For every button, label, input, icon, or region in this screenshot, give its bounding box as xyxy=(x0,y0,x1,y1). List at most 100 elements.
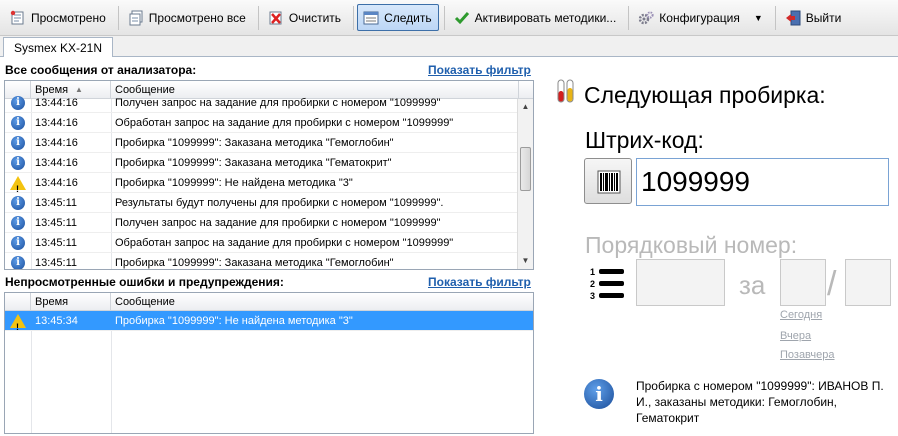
barcode-input[interactable]: 1099999 xyxy=(636,158,889,206)
tab-strip: Sysmex KX-21N xyxy=(0,37,898,58)
info-icon: i xyxy=(7,133,29,153)
configuration-button[interactable]: Конфигурация ▼ xyxy=(632,4,769,31)
grid-header: Время Сообщение xyxy=(5,293,533,311)
info-icon: i xyxy=(7,193,29,213)
table-row[interactable]: i 13:45:11 Получен запрос на задание для п… xyxy=(5,213,533,233)
clear-label: Очистить xyxy=(288,10,342,25)
column-message[interactable]: Сообщение xyxy=(111,293,533,311)
row-message: Получен запрос на задание для пробирки с… xyxy=(115,97,441,109)
row-message: Пробирка "1099999": Заказана методика "Г… xyxy=(115,257,394,269)
clear-icon xyxy=(268,10,284,26)
scroll-up-arrow-icon[interactable]: ▲ xyxy=(518,99,533,115)
info-icon: i xyxy=(7,93,29,113)
test-tubes-icon xyxy=(556,79,576,105)
viewed-button[interactable]: Просмотрено xyxy=(4,4,113,31)
table-row[interactable]: i 13:44:16 Пробирка "1099999": Заказана ме… xyxy=(5,133,533,153)
all-messages-title: Все сообщения от анализатора: xyxy=(5,63,197,77)
row-time: 13:44:16 xyxy=(35,177,78,189)
table-row[interactable]: i 13:44:16 Пробирка "1099999": Заказана ме… xyxy=(5,153,533,173)
scroll-thumb[interactable] xyxy=(520,147,531,191)
row-time: 13:45:34 xyxy=(35,315,78,327)
configuration-label: Конфигурация xyxy=(659,10,740,25)
follow-icon xyxy=(363,10,379,26)
errors-grid[interactable]: Время Сообщение ! 13:45:34 Пробирка "10999… xyxy=(4,292,534,434)
today-link[interactable]: Сегодня xyxy=(780,309,822,321)
table-row[interactable]: i 13:45:11 Пробирка "1099999": Заказана ме… xyxy=(5,253,533,269)
viewed-all-button[interactable]: Просмотрено все xyxy=(122,4,253,31)
grid-rows: ! 13:45:34 Пробирка "1099999": Не найдена … xyxy=(5,311,533,331)
day-before-yesterday-link[interactable]: Позавчера xyxy=(780,349,835,361)
barcode-label: Штрих-код: xyxy=(585,127,704,153)
toolbar-separator xyxy=(628,5,630,30)
column-icon xyxy=(5,293,31,311)
clear-button[interactable]: Очистить xyxy=(262,4,348,31)
numbered-list-icon: 1 2 3 xyxy=(590,266,626,302)
table-row[interactable]: i 13:44:16 Обработан запрос на задание для… xyxy=(5,113,533,133)
info-icon: i xyxy=(7,113,29,133)
row-time: 13:45:11 xyxy=(35,257,78,269)
chevron-down-icon[interactable]: ▼ xyxy=(754,13,763,23)
next-tube-title: Следующая пробирка: xyxy=(584,82,826,108)
row-time: 13:45:11 xyxy=(35,237,78,249)
row-message: Получен запрос на задание для пробирки с… xyxy=(115,217,441,229)
viewed-all-label: Просмотрено все xyxy=(148,10,246,25)
month-input[interactable] xyxy=(845,259,891,306)
sequence-number-label: Порядковый номер: xyxy=(585,232,798,258)
viewed-icon xyxy=(10,10,26,26)
row-message: Пробирка "1099999": Не найдена методика … xyxy=(115,177,353,189)
toolbar-separator xyxy=(774,5,776,30)
table-row[interactable]: i 13:45:11 Обработан запрос на задание для… xyxy=(5,233,533,253)
toolbar-separator xyxy=(443,5,445,30)
column-time[interactable]: Время xyxy=(31,293,111,311)
sequence-number-input[interactable] xyxy=(636,259,725,306)
row-time: 13:44:16 xyxy=(35,117,78,129)
viewed-label: Просмотрено xyxy=(31,10,106,25)
info-icon: i xyxy=(7,253,29,269)
svg-text:2: 2 xyxy=(590,279,595,289)
activate-methods-label: Активировать методики... xyxy=(474,10,617,25)
row-message: Пробирка "1099999": Не найдена методика … xyxy=(115,315,353,327)
for-label: за xyxy=(739,270,766,300)
table-row[interactable]: ! 13:45:34 Пробирка "1099999": Не найдена … xyxy=(5,311,533,331)
follow-label: Следить xyxy=(384,10,432,25)
info-icon: i xyxy=(584,379,614,409)
row-message: Обработан запрос на задание для пробирки… xyxy=(115,237,454,249)
toolbar-separator xyxy=(117,5,119,30)
activate-methods-button[interactable]: Активировать методики... xyxy=(448,4,624,31)
tube-info-text: Пробирка с номером "1099999": ИВАНОВ П. … xyxy=(636,379,884,425)
table-row[interactable]: i 13:45:11 Результаты будут получены для п… xyxy=(5,193,533,213)
warning-icon: ! xyxy=(7,311,29,331)
yesterday-link[interactable]: Вчера xyxy=(780,330,811,342)
grid-rows: i 13:44:16 Получен запрос на задание для п… xyxy=(5,93,533,269)
table-row[interactable]: i 13:44:16 Получен запрос на задание для п… xyxy=(5,93,533,113)
info-icon: i xyxy=(7,233,29,253)
barcode-scan-button[interactable] xyxy=(584,158,632,204)
row-message: Пробирка "1099999": Заказана методика "Г… xyxy=(115,157,392,169)
table-row[interactable]: ! 13:44:16 Пробирка "1099999": Не найдена … xyxy=(5,173,533,193)
exit-button[interactable]: Выйти xyxy=(779,4,849,31)
svg-text:1: 1 xyxy=(590,267,595,277)
svg-text:3: 3 xyxy=(590,291,595,301)
info-icon: i xyxy=(7,213,29,233)
row-message: Пробирка "1099999": Заказана методика "Г… xyxy=(115,137,394,149)
checkmark-icon xyxy=(454,10,470,26)
row-time: 13:44:16 xyxy=(35,157,78,169)
info-icon: i xyxy=(7,153,29,173)
viewed-all-icon xyxy=(128,10,144,26)
tab-analyzer[interactable]: Sysmex KX-21N xyxy=(3,37,113,58)
toolbar-separator xyxy=(257,5,259,30)
row-time: 13:45:11 xyxy=(35,217,78,229)
day-input[interactable] xyxy=(780,259,826,306)
exit-label: Выйти xyxy=(805,10,842,25)
show-filter-link[interactable]: Показать фильтр xyxy=(428,63,531,77)
toolbar: Просмотрено Просмотрено все Очистить Сле… xyxy=(0,0,898,36)
vertical-scrollbar[interactable]: ▲ ▼ xyxy=(517,99,533,269)
show-filter-link-errors[interactable]: Показать фильтр xyxy=(428,275,531,289)
row-time: 13:44:16 xyxy=(35,137,78,149)
warning-icon: ! xyxy=(7,173,29,193)
scroll-down-arrow-icon[interactable]: ▼ xyxy=(518,253,533,269)
row-time: 13:44:16 xyxy=(35,97,78,109)
follow-button[interactable]: Следить xyxy=(357,4,439,31)
gear-icon xyxy=(638,10,654,26)
all-messages-grid[interactable]: Время ▲ Сообщение i 13:44:16 Получен запрос… xyxy=(4,80,534,270)
